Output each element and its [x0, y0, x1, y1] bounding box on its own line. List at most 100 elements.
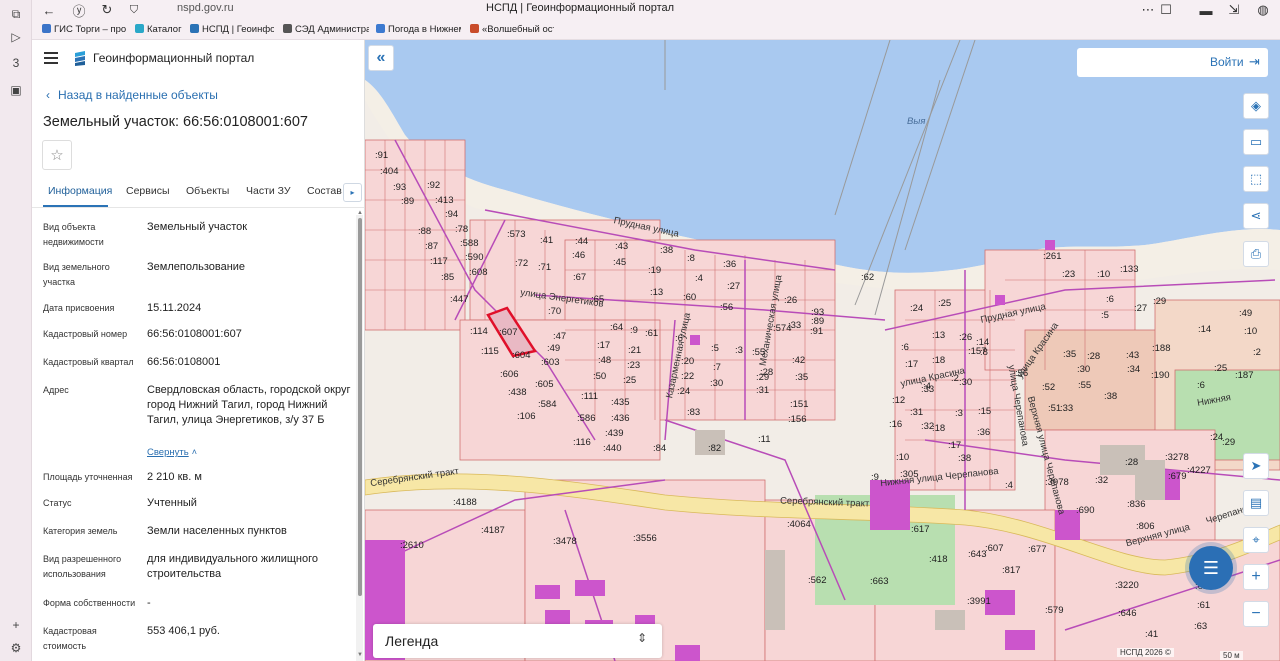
parcel-label[interactable]: :836: [1127, 499, 1146, 510]
property-value[interactable]: 66:56:0108001:607: [147, 327, 352, 342]
play-icon[interactable]: ▷: [8, 29, 24, 45]
extension-icon[interactable]: ▬: [1197, 1, 1215, 19]
parcel-label[interactable]: :579: [1045, 605, 1064, 616]
basemap-button[interactable]: ▤: [1243, 490, 1269, 516]
parcel-label[interactable]: :133: [1120, 264, 1139, 275]
parcel-label[interactable]: :573: [507, 229, 526, 240]
tab-information[interactable]: Информация: [48, 185, 112, 197]
chat-button[interactable]: ☰: [1189, 546, 1233, 590]
parcel-label[interactable]: :436: [611, 413, 630, 424]
parcel-label[interactable]: :8: [980, 347, 988, 358]
parcel-label[interactable]: :85: [441, 272, 454, 283]
parcel-label[interactable]: :440: [603, 443, 622, 454]
tabs-icon[interactable]: ⧉: [8, 6, 24, 22]
parcel-label[interactable]: :30: [710, 378, 723, 389]
download-icon[interactable]: ⇲: [1225, 1, 1243, 19]
parcel-label[interactable]: :30: [959, 377, 972, 388]
parcel-label[interactable]: :404: [380, 166, 399, 177]
measure-button[interactable]: ▭: [1243, 129, 1269, 155]
parcel-label[interactable]: :679: [1168, 471, 1187, 482]
settings-icon[interactable]: ⚙: [8, 640, 24, 656]
parcel-label[interactable]: :418: [929, 554, 948, 565]
parcel-label[interactable]: :3278: [1165, 452, 1189, 463]
parcel-label[interactable]: :36: [723, 259, 736, 270]
parcel-label[interactable]: :806: [1136, 521, 1155, 532]
parcel-label[interactable]: :28: [760, 367, 773, 378]
parcel-label[interactable]: :20: [681, 356, 694, 367]
parcel-label[interactable]: :562: [808, 575, 827, 586]
parcel-label[interactable]: :13: [650, 287, 663, 298]
parcel-label[interactable]: :34: [1127, 364, 1140, 375]
tab-objects[interactable]: Объекты: [186, 185, 229, 197]
parcel-label[interactable]: :3: [955, 408, 963, 419]
bookmark-item[interactable]: ГИС Торги – про: [42, 24, 130, 35]
parcel-label[interactable]: :38: [1104, 391, 1117, 402]
bookmark-item[interactable]: СЭД Администра: [283, 24, 369, 35]
parcel-label[interactable]: :588: [460, 238, 479, 249]
parcel-label[interactable]: :27: [727, 281, 740, 292]
parcel-label[interactable]: :48: [598, 355, 611, 366]
bookmark-icon[interactable]: ☐: [1157, 1, 1175, 19]
parcel-label[interactable]: :25: [623, 375, 636, 386]
parcel-label[interactable]: :4: [695, 273, 703, 284]
parcel-label[interactable]: :60: [683, 292, 696, 303]
tab-services[interactable]: Сервисы: [126, 185, 170, 197]
parcel-label[interactable]: :71: [538, 262, 551, 273]
parcel-label[interactable]: :10: [1097, 269, 1110, 280]
parcel-label[interactable]: :435: [611, 397, 630, 408]
menu-icon[interactable]: [44, 52, 58, 64]
parcel-label[interactable]: :106: [517, 411, 536, 422]
parcel-label[interactable]: :89: [401, 196, 414, 207]
address-bar[interactable]: nspd.gov.ru: [177, 2, 234, 14]
parcel-label[interactable]: :50: [593, 371, 606, 382]
parcel-label[interactable]: :188: [1152, 343, 1171, 354]
yandex-icon[interactable]: ⓨ: [70, 1, 88, 19]
parcel-label[interactable]: :26: [784, 295, 797, 306]
parcel-label[interactable]: :190: [1151, 370, 1170, 381]
print-button[interactable]: ⎙: [1243, 241, 1269, 267]
parcel-label[interactable]: :31: [756, 385, 769, 396]
parcel-label[interactable]: :5: [711, 343, 719, 354]
parcel-label[interactable]: :9: [871, 472, 879, 483]
parcel-label[interactable]: :30: [1077, 364, 1090, 375]
parcel-label[interactable]: :13: [932, 330, 945, 341]
parcel-label[interactable]: :156: [788, 414, 807, 425]
map-canvas[interactable]: Выя Прудная улица улица Энергетиков Меха…: [365, 40, 1280, 661]
parcel-label[interactable]: :608: [469, 267, 488, 278]
geo-point-button[interactable]: ⌖: [1243, 527, 1269, 553]
parcel-label[interactable]: :31: [910, 407, 923, 418]
add-icon[interactable]: +: [8, 617, 24, 633]
parcel-label[interactable]: :115: [481, 346, 499, 357]
parcel-label[interactable]: :29: [1222, 437, 1235, 448]
parcel-label[interactable]: :38: [958, 453, 971, 464]
parcel-label[interactable]: :87: [425, 241, 438, 252]
scroll-down-icon[interactable]: ▼: [357, 652, 363, 658]
parcel-label[interactable]: :11: [758, 434, 771, 445]
parcel-label[interactable]: :607: [985, 543, 1004, 554]
parcel-label[interactable]: :56: [720, 302, 733, 313]
parcel-label[interactable]: :4187: [481, 525, 505, 536]
tab-parts[interactable]: Части ЗУ: [246, 185, 291, 197]
parcel-label[interactable]: :12: [892, 395, 905, 406]
parcel-label[interactable]: :586: [577, 413, 596, 424]
bookmark-item[interactable]: Погода в Нижнем: [376, 24, 461, 35]
parcel-label[interactable]: :8: [687, 253, 695, 264]
parcel-label[interactable]: :643: [968, 549, 987, 560]
parcel-label[interactable]: :6: [675, 333, 683, 344]
bookmark-item[interactable]: Каталог: [135, 24, 187, 35]
parcel-label[interactable]: :18: [932, 355, 945, 366]
parcel-label[interactable]: :55: [1078, 380, 1091, 391]
parcel-label[interactable]: :2: [1253, 347, 1261, 358]
parcel-label[interactable]: :3478: [553, 536, 577, 547]
parcel-label[interactable]: :24: [677, 386, 690, 397]
collapse-link[interactable]: Свернуть ˄: [147, 445, 352, 460]
parcel-label[interactable]: :33: [921, 384, 934, 395]
parcel-label[interactable]: :606: [500, 369, 519, 380]
parcel-label[interactable]: :88: [418, 226, 431, 237]
parcel-label[interactable]: :17: [948, 440, 961, 451]
parcel-label[interactable]: :55: [752, 347, 765, 358]
scroll-up-icon[interactable]: ▲: [357, 210, 363, 216]
parcel-label[interactable]: :10: [1244, 326, 1257, 337]
parcel-label[interactable]: :4: [1005, 480, 1013, 491]
number-3-icon[interactable]: 3: [8, 55, 24, 71]
